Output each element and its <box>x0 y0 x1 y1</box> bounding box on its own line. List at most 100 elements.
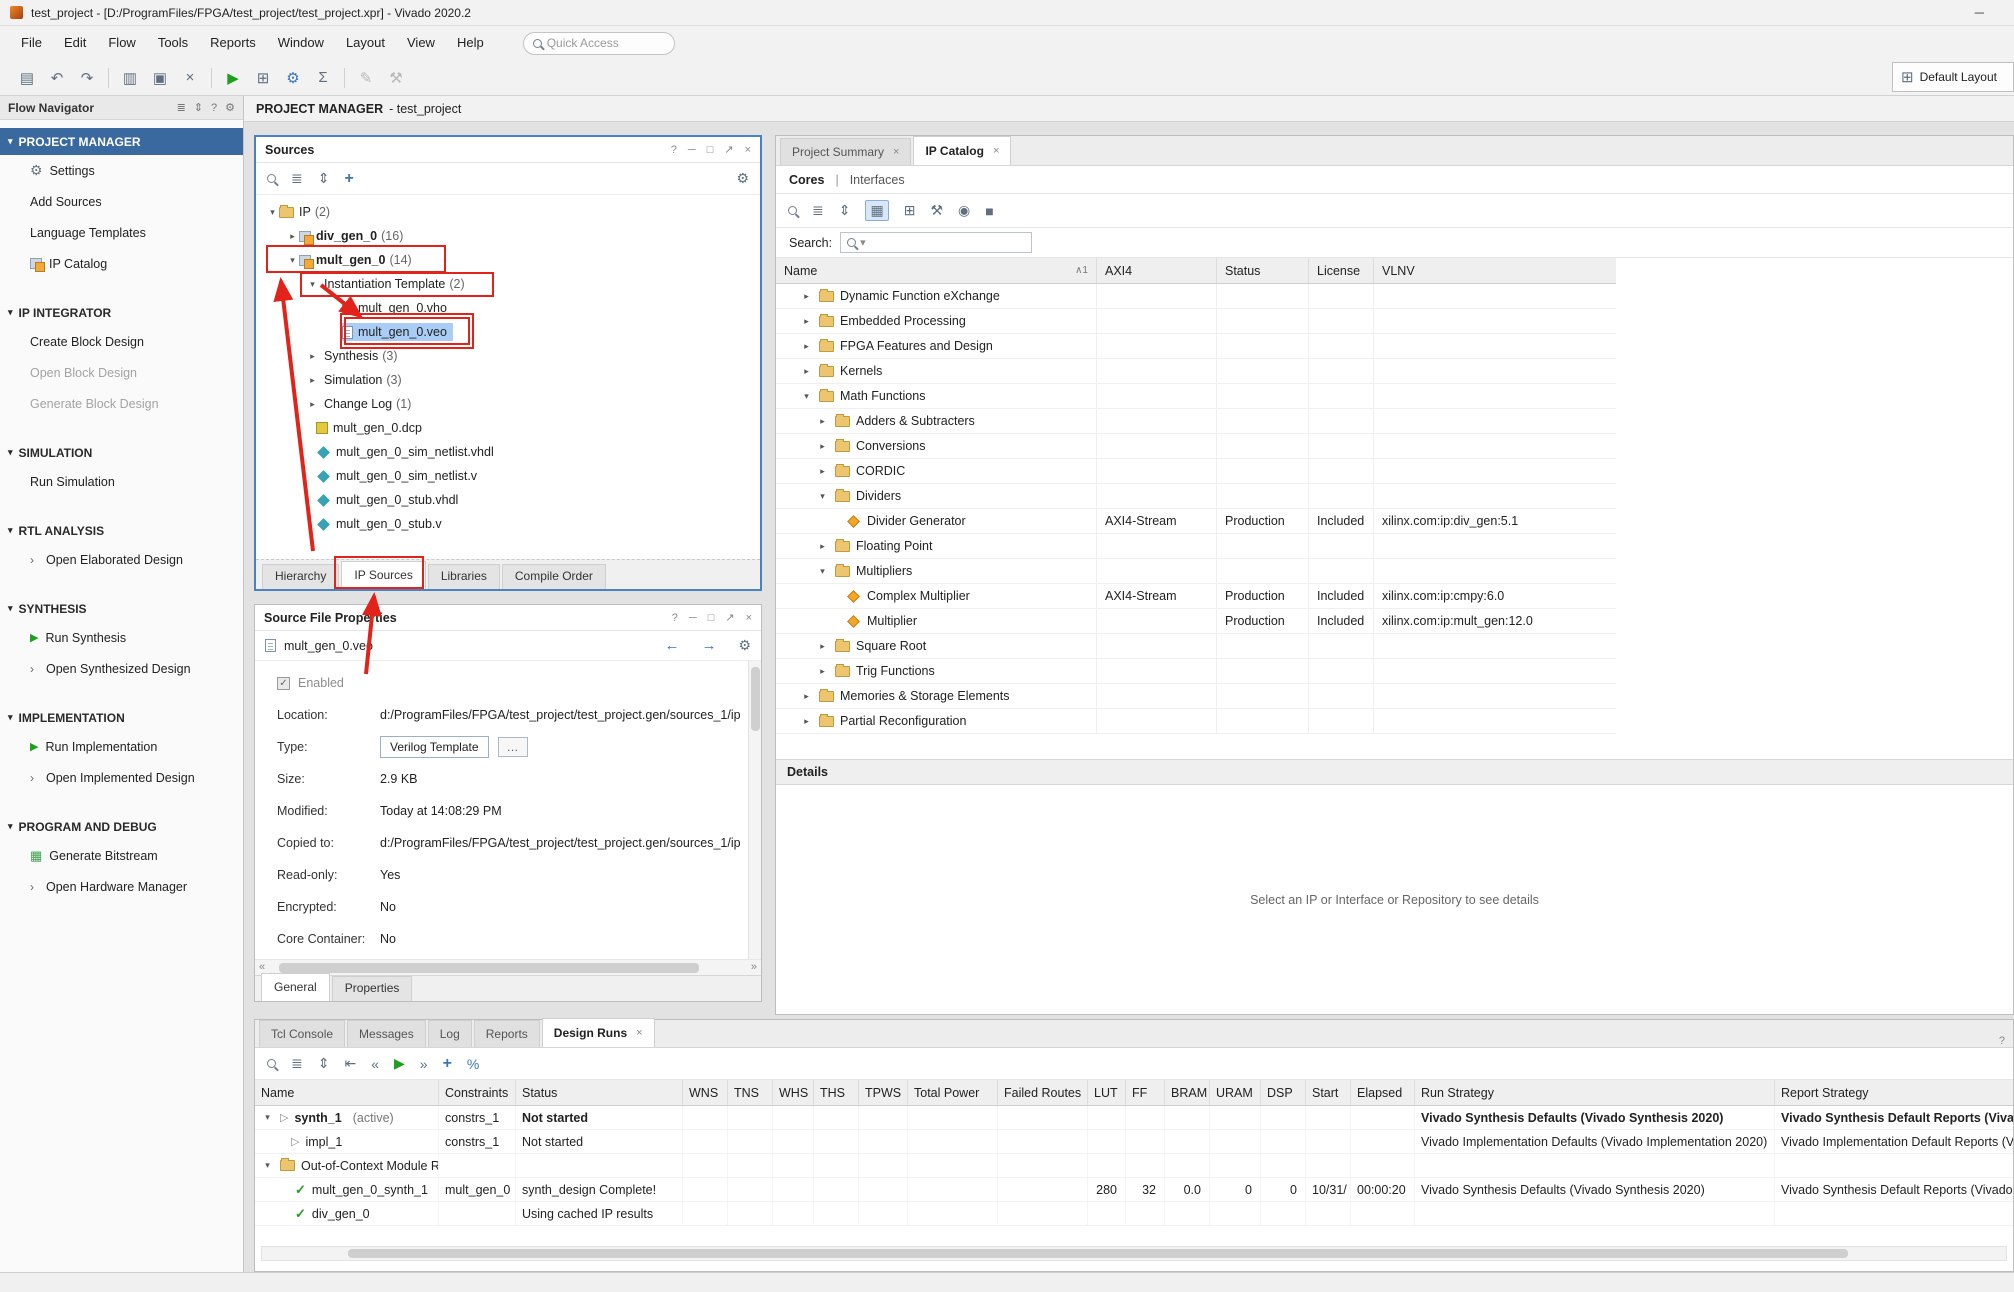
help-icon[interactable]: ? <box>672 612 678 624</box>
help-icon[interactable]: ? <box>1999 1035 2005 1047</box>
expander-icon[interactable]: ▸ <box>306 351 319 362</box>
close-icon[interactable]: × <box>893 140 899 165</box>
tree-item-sim-netlist-vhdl[interactable]: mult_gen_0_sim_netlist.vhdl <box>256 440 760 464</box>
column-header[interactable]: WNS <box>682 1080 727 1105</box>
catalog-row-complex-multiplier[interactable]: Complex Multiplier AXI4-Stream Productio… <box>776 584 1616 609</box>
flow-item-open-implemented-design[interactable]: › Open Implemented Design <box>0 762 243 793</box>
close-icon[interactable]: × <box>636 1021 642 1046</box>
expand-all-icon[interactable]: ⇕ <box>839 202 851 219</box>
column-header-name[interactable]: Name ∧1 <box>776 258 1096 283</box>
delete-icon[interactable]: × <box>175 69 205 86</box>
column-header[interactable]: TNS <box>727 1080 772 1105</box>
flow-item-run-synthesis[interactable]: ▶ Run Synthesis <box>0 622 243 653</box>
flow-item-add-sources[interactable]: Add Sources <box>0 186 243 217</box>
maximize-icon[interactable]: □ <box>708 612 715 624</box>
back-icon[interactable]: ← <box>664 637 679 654</box>
tab-tcl-console[interactable]: Tcl Console <box>259 1020 345 1047</box>
redo-icon[interactable]: ↷ <box>72 69 102 87</box>
tab-libraries[interactable]: Libraries <box>428 564 500 589</box>
sum-icon[interactable]: Σ <box>308 69 338 86</box>
save-icon[interactable]: ▤ <box>12 69 42 87</box>
expander-icon[interactable]: ▸ <box>306 375 319 386</box>
expander-icon[interactable]: ▸ <box>800 716 813 727</box>
scrollbar-thumb[interactable] <box>751 667 760 731</box>
column-header-status[interactable]: Status <box>1216 258 1308 283</box>
flow-item-generate-bitstream[interactable]: ▦ Generate Bitstream <box>0 840 243 871</box>
column-header[interactable]: Constraints <box>438 1080 515 1105</box>
column-header[interactable]: WHS <box>772 1080 813 1105</box>
collapse-all-icon[interactable]: ≣ <box>291 170 303 187</box>
scroll-left-icon[interactable]: « <box>259 961 265 973</box>
tree-item-stub-v[interactable]: mult_gen_0_stub.v <box>256 512 760 536</box>
catalog-row[interactable]: ▾Dividers <box>776 484 1616 509</box>
settings-gear-icon[interactable]: ⚙ <box>278 69 308 87</box>
group-by-category-icon[interactable]: ▦ <box>865 200 888 221</box>
flow-section-implementation[interactable]: ▾ IMPLEMENTATION <box>0 704 243 731</box>
catalog-row[interactable]: ▸Adders & Subtracters <box>776 409 1616 434</box>
tree-item-simulation[interactable]: ▸ Simulation (3) <box>256 368 760 392</box>
flow-item-open-elaborated-design[interactable]: › Open Elaborated Design <box>0 544 243 575</box>
expander-icon[interactable]: ▾ <box>306 279 319 290</box>
collapse-all-icon[interactable]: ≣ <box>291 1055 303 1072</box>
menu-file[interactable]: File <box>10 26 53 60</box>
flow-item-create-block-design[interactable]: Create Block Design <box>0 326 243 357</box>
undo-icon[interactable]: ↶ <box>42 69 72 87</box>
enabled-checkbox[interactable]: ✓ <box>277 677 290 690</box>
menu-edit[interactable]: Edit <box>53 26 97 60</box>
maximize-icon[interactable]: □ <box>707 144 714 156</box>
close-icon[interactable]: × <box>745 144 751 156</box>
tab-reports[interactable]: Reports <box>474 1020 540 1047</box>
layout-selector[interactable]: ⊞ Default Layout <box>1892 62 2014 92</box>
flow-item-open-hardware-manager[interactable]: › Open Hardware Manager <box>0 871 243 902</box>
menu-window[interactable]: Window <box>267 26 335 60</box>
chevron-right-icon[interactable]: › <box>30 662 39 676</box>
quick-access-search[interactable]: Quick Access <box>523 32 675 55</box>
run-icon[interactable]: ▶ <box>394 1055 405 1072</box>
expander-icon[interactable]: ▾ <box>266 207 279 218</box>
expander-icon[interactable]: ▸ <box>800 691 813 702</box>
search-icon[interactable] <box>267 1059 276 1068</box>
run-row-mult-gen-0-synth-1[interactable]: ✓mult_gen_0_synth_1 mult_gen_0 synth_des… <box>255 1178 2013 1202</box>
vertical-scrollbar[interactable] <box>748 661 761 961</box>
tab-project-summary[interactable]: Project Summary × <box>780 138 911 165</box>
minimize-icon[interactable]: ─ <box>689 612 697 624</box>
column-header[interactable]: FF <box>1125 1080 1164 1105</box>
column-header-license[interactable]: License <box>1308 258 1373 283</box>
expander-icon[interactable]: ▸ <box>800 366 813 377</box>
edit-icon[interactable]: ✎ <box>351 69 381 87</box>
flow-item-run-simulation[interactable]: Run Simulation <box>0 466 243 497</box>
expander-icon[interactable]: ▾ <box>261 1160 274 1171</box>
help-icon[interactable]: ? <box>211 102 217 114</box>
taxonomy-icon[interactable]: ⊞ <box>904 202 916 219</box>
expander-icon[interactable]: ▾ <box>816 491 829 502</box>
search-icon[interactable] <box>267 174 276 183</box>
chevron-right-icon[interactable]: › <box>30 880 39 894</box>
flow-section-project-manager[interactable]: ▾ PROJECT MANAGER <box>0 128 243 155</box>
catalog-row[interactable]: ▸FPGA Features and Design <box>776 334 1616 359</box>
catalog-row[interactable]: ▾Math Functions <box>776 384 1616 409</box>
expander-icon[interactable]: ▸ <box>816 441 829 452</box>
run-group-out-of-context[interactable]: ▾Out-of-Context Module Runs <box>255 1154 2013 1178</box>
catalog-row[interactable]: ▸Trig Functions <box>776 659 1616 684</box>
percent-icon[interactable]: % <box>467 1056 479 1072</box>
tab-hierarchy[interactable]: Hierarchy <box>262 564 339 589</box>
column-header[interactable]: URAM <box>1209 1080 1260 1105</box>
add-sources-icon[interactable]: + <box>344 170 353 188</box>
scroll-right-icon[interactable]: » <box>751 961 757 973</box>
catalog-row[interactable]: ▸Embedded Processing <box>776 309 1616 334</box>
run-icon[interactable]: ▶ <box>218 69 248 87</box>
flow-item-language-templates[interactable]: Language Templates <box>0 217 243 248</box>
expander-icon[interactable]: ▾ <box>261 1112 274 1123</box>
create-run-icon[interactable]: + <box>443 1055 452 1073</box>
close-icon[interactable]: × <box>746 612 752 624</box>
menu-reports[interactable]: Reports <box>199 26 267 60</box>
flow-item-settings[interactable]: ⚙ Settings <box>0 155 243 186</box>
run-row-impl-1[interactable]: ▷impl_1 constrs_1 Not started Vivado Imp… <box>255 1130 2013 1154</box>
menu-flow[interactable]: Flow <box>97 26 146 60</box>
tree-item-mult-gen-0-dcp[interactable]: mult_gen_0.dcp <box>256 416 760 440</box>
catalog-row[interactable]: ▸Conversions <box>776 434 1616 459</box>
catalog-row[interactable]: ▾Multipliers <box>776 559 1616 584</box>
catalog-row[interactable]: ▸CORDIC <box>776 459 1616 484</box>
flow-section-simulation[interactable]: ▾ SIMULATION <box>0 439 243 466</box>
subtab-cores[interactable]: Cores <box>789 173 824 187</box>
